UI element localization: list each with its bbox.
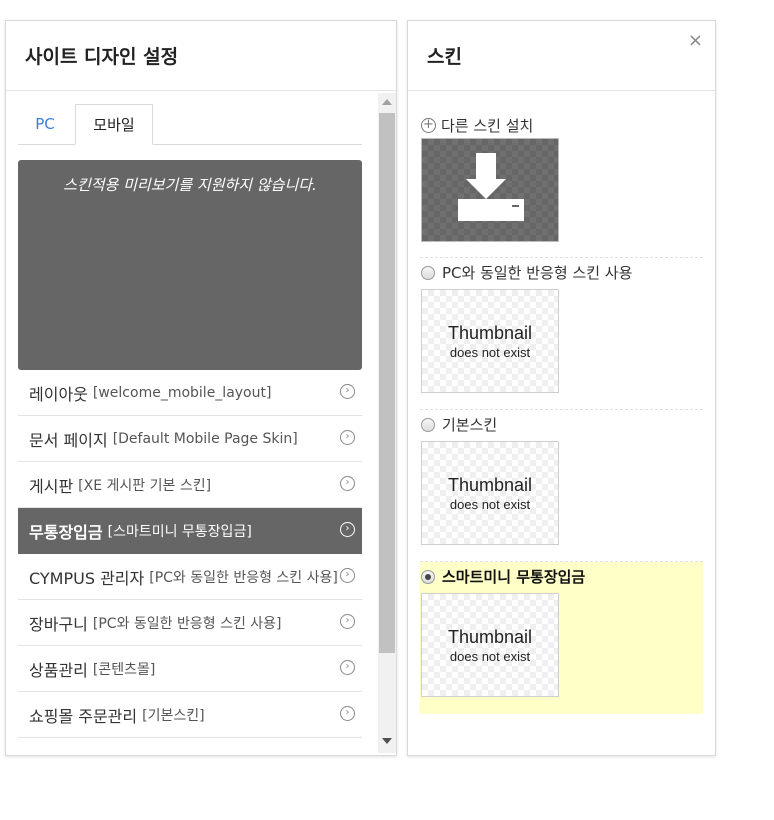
skin-option-label: 스마트미니 무통장입금 bbox=[442, 568, 586, 586]
site-design-title: 사이트 디자인 설정 bbox=[6, 21, 396, 91]
skin-option-label: 기본스킨 bbox=[442, 416, 498, 434]
download-icon bbox=[458, 153, 524, 221]
chevron-right-icon: › bbox=[340, 614, 355, 629]
thumbnail-text: Thumbnail bbox=[447, 323, 533, 343]
skin-option-header: 스마트미니 무통장입금 bbox=[421, 566, 585, 587]
site-design-panel: 사이트 디자인 설정 PC 모바일 스킨적용 미리보기를 지원하지 않습니다. … bbox=[5, 20, 397, 756]
chevron-right-icon: › bbox=[340, 430, 355, 445]
thumbnail-text: Thumbnail bbox=[447, 475, 533, 495]
list-item-skin: [Default Mobile Page Skin] bbox=[112, 430, 298, 447]
plus-circle-icon: + bbox=[421, 118, 436, 133]
list-item-label: 문서 페이지 bbox=[29, 430, 108, 450]
skin-panel-title: 스킨 bbox=[408, 21, 715, 91]
list-item-bank-transfer[interactable]: 무통장입금 [스마트미니 무통장입금] › bbox=[18, 508, 362, 554]
skin-thumbnail[interactable]: Thumbnail does not exist bbox=[421, 441, 559, 545]
skin-option-smartmini[interactable]: 스마트미니 무통장입금 Thumbnail does not exist bbox=[420, 562, 703, 714]
module-list: 레이아웃 [welcome_mobile_layout] › 문서 페이지 [D… bbox=[18, 370, 362, 738]
device-tabs: PC 모바일 bbox=[18, 104, 362, 145]
list-item-label: 쇼핑몰 주문관리 bbox=[29, 706, 138, 726]
scroll-down-arrow-icon[interactable] bbox=[382, 738, 392, 744]
tab-pc[interactable]: PC bbox=[18, 104, 72, 144]
list-item-skin: [PC와 동일한 반응형 스킨 사용] bbox=[149, 569, 338, 586]
skin-panel: 스킨 × + 다른 스킨 설치 PC와 동일한 반응형 스킨 사용 Thumbn… bbox=[407, 20, 716, 756]
skin-option-header: PC와 동일한 반응형 스킨 사용 bbox=[421, 262, 632, 283]
skin-option-responsive[interactable]: PC와 동일한 반응형 스킨 사용 Thumbnail does not exi… bbox=[420, 258, 703, 410]
chevron-right-icon: › bbox=[340, 568, 355, 583]
install-other-skin[interactable]: + 다른 스킨 설치 bbox=[420, 111, 703, 258]
install-skin-label: 다른 스킨 설치 bbox=[441, 117, 534, 135]
preview-unsupported-message: 스킨적용 미리보기를 지원하지 않습니다. bbox=[63, 176, 317, 194]
radio-default[interactable] bbox=[421, 417, 435, 432]
list-item-layout[interactable]: 레이아웃 [welcome_mobile_layout] › bbox=[18, 370, 362, 416]
download-thumbnail[interactable] bbox=[421, 138, 559, 242]
tab-mobile[interactable]: 모바일 bbox=[75, 104, 153, 145]
list-item-label: 상품관리 bbox=[29, 660, 88, 680]
skin-preview-area: 스킨적용 미리보기를 지원하지 않습니다. bbox=[18, 160, 362, 370]
site-design-body: PC 모바일 스킨적용 미리보기를 지원하지 않습니다. 레이아웃 [welco… bbox=[6, 91, 398, 755]
list-item-label: CYMPUS 관리자 bbox=[29, 568, 145, 588]
skin-option-header: 기본스킨 bbox=[421, 414, 497, 435]
thumbnail-subtext: does not exist bbox=[449, 345, 531, 360]
skin-option-list: + 다른 스킨 설치 PC와 동일한 반응형 스킨 사용 Thumbnail d… bbox=[420, 111, 703, 714]
list-item-cympus-admin[interactable]: CYMPUS 관리자 [PC와 동일한 반응형 스킨 사용] › bbox=[18, 554, 362, 600]
skin-option-default[interactable]: 기본스킨 Thumbnail does not exist bbox=[420, 410, 703, 562]
left-scrollbar[interactable] bbox=[378, 93, 396, 753]
skin-thumbnail[interactable]: Thumbnail does not exist bbox=[421, 593, 559, 697]
chevron-right-icon: › bbox=[340, 476, 355, 491]
chevron-right-icon: › bbox=[340, 660, 355, 675]
chevron-right-icon: › bbox=[340, 706, 355, 721]
list-item-order-management[interactable]: 쇼핑몰 주문관리 [기본스킨] › bbox=[18, 692, 362, 738]
skin-option-label: PC와 동일한 반응형 스킨 사용 bbox=[442, 264, 633, 282]
radio-responsive[interactable] bbox=[421, 265, 435, 280]
list-item-label: 게시판 bbox=[29, 476, 74, 496]
chevron-right-icon: › bbox=[340, 384, 355, 399]
thumbnail-subtext: does not exist bbox=[449, 497, 531, 512]
thumbnail-text: Thumbnail bbox=[447, 627, 533, 647]
thumbnail-subtext: does not exist bbox=[449, 649, 531, 664]
list-item-skin: [PC와 동일한 반응형 스킨 사용] bbox=[92, 615, 282, 632]
list-item-skin: [콘텐츠몰] bbox=[92, 661, 156, 678]
list-item-board[interactable]: 게시판 [XE 게시판 기본 스킨] › bbox=[18, 462, 362, 508]
list-item-product-management[interactable]: 상품관리 [콘텐츠몰] › bbox=[18, 646, 362, 692]
radio-smartmini[interactable] bbox=[421, 569, 435, 584]
list-item-cart[interactable]: 장바구니 [PC와 동일한 반응형 스킨 사용] › bbox=[18, 600, 362, 646]
close-icon[interactable]: × bbox=[688, 30, 703, 51]
skin-thumbnail[interactable]: Thumbnail does not exist bbox=[421, 289, 559, 393]
list-item-skin: [기본스킨] bbox=[142, 707, 205, 724]
list-item-label: 장바구니 bbox=[29, 614, 88, 634]
list-item-label: 레이아웃 bbox=[29, 384, 88, 404]
list-item-skin: [welcome_mobile_layout] bbox=[92, 384, 272, 401]
list-item-skin: [XE 게시판 기본 스킨] bbox=[78, 477, 212, 494]
list-item-skin: [스마트미니 무통장입금] bbox=[107, 523, 252, 540]
scroll-up-arrow-icon[interactable] bbox=[382, 99, 392, 105]
list-item-document-page[interactable]: 문서 페이지 [Default Mobile Page Skin] › bbox=[18, 416, 362, 462]
chevron-right-icon: › bbox=[340, 522, 355, 537]
list-item-label: 무통장입금 bbox=[29, 522, 103, 542]
scroll-thumb[interactable] bbox=[379, 113, 395, 653]
install-skin-link[interactable]: + 다른 스킨 설치 bbox=[421, 115, 533, 136]
